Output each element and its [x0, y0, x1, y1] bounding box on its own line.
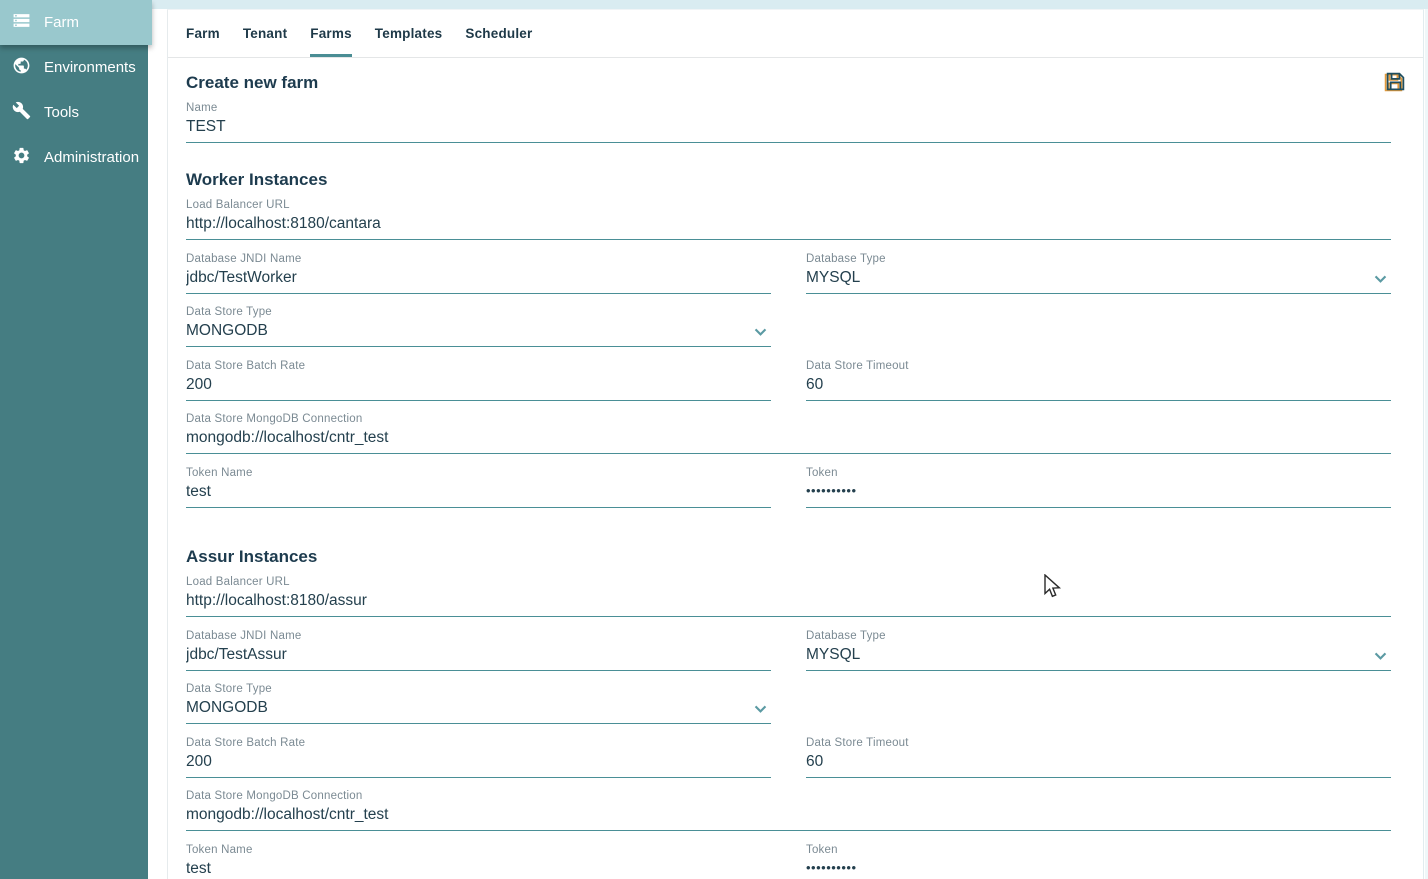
- globe-icon: [12, 56, 31, 79]
- sidebar-item-farm[interactable]: Farm: [0, 0, 152, 45]
- create-farm-form: Create new farm Name Worker Instances Lo…: [168, 73, 1423, 879]
- selected-value: MYSQL: [806, 643, 1391, 670]
- tab-farms[interactable]: Farms: [310, 10, 352, 57]
- chevron-down-icon: [1372, 647, 1389, 664]
- selected-value: MONGODB: [186, 319, 771, 346]
- selected-value: MONGODB: [186, 696, 771, 723]
- assur-database-jndi-field: Database JNDI Name: [186, 630, 771, 671]
- app-window: Farm Environments Tools Administration F…: [0, 0, 1428, 879]
- name-field: Name: [186, 102, 1391, 143]
- assur-database-type-select[interactable]: Database Type MYSQL: [806, 630, 1391, 671]
- assur-database-jndi-input[interactable]: [186, 643, 771, 670]
- worker-token-input[interactable]: [806, 480, 1391, 504]
- field-label: Data Store MongoDB Connection: [186, 413, 1391, 426]
- assur-token-input[interactable]: [806, 857, 1391, 879]
- assur-load-balancer-url-input[interactable]: [186, 589, 1391, 616]
- field-label: Token: [806, 467, 1391, 480]
- field-label: Data Store Batch Rate: [186, 360, 771, 373]
- gear-icon: [12, 146, 31, 169]
- sidebar-item-label: Tools: [44, 104, 79, 121]
- assur-timeout-field: Data Store Timeout: [806, 737, 1391, 778]
- field-label: Data Store Timeout: [806, 737, 1391, 750]
- worker-timeout-field: Data Store Timeout: [806, 360, 1391, 401]
- sidebar-item-tools[interactable]: Tools: [0, 90, 148, 135]
- tab-tenant[interactable]: Tenant: [243, 10, 287, 57]
- assur-load-balancer-url-field: Load Balancer URL: [186, 576, 1391, 617]
- worker-batch-rate-field: Data Store Batch Rate: [186, 360, 771, 401]
- field-label: Token: [806, 844, 1391, 857]
- field-label: Name: [186, 102, 1391, 115]
- sidebar-item-label: Administration: [44, 149, 139, 166]
- worker-timeout-input[interactable]: [806, 373, 1391, 400]
- assur-mongodb-connection-field: Data Store MongoDB Connection: [186, 790, 1391, 831]
- tab-bar: Farm Tenant Farms Templates Scheduler: [168, 10, 1423, 58]
- section-title-worker: Worker Instances: [186, 170, 1391, 190]
- assur-mongodb-connection-input[interactable]: [186, 803, 1391, 830]
- sidebar-item-label: Farm: [44, 14, 79, 31]
- tab-scheduler[interactable]: Scheduler: [465, 10, 532, 57]
- assur-timeout-input[interactable]: [806, 750, 1391, 777]
- field-label: Database Type: [806, 253, 1391, 266]
- worker-token-field: Token: [806, 467, 1391, 508]
- worker-mongodb-connection-input[interactable]: [186, 426, 1391, 453]
- assur-token-name-field: Token Name: [186, 844, 771, 879]
- empty-cell: [806, 683, 1391, 737]
- worker-token-name-input[interactable]: [186, 480, 771, 507]
- selected-value: MYSQL: [806, 266, 1391, 293]
- assur-batch-rate-field: Data Store Batch Rate: [186, 737, 771, 778]
- worker-token-name-field: Token Name: [186, 467, 771, 508]
- sidebar-item-administration[interactable]: Administration: [0, 135, 148, 180]
- field-label: Token Name: [186, 467, 771, 480]
- field-label: Data Store Type: [186, 306, 771, 319]
- worker-mongodb-connection-field: Data Store MongoDB Connection: [186, 413, 1391, 454]
- chevron-down-icon: [752, 700, 769, 717]
- chevron-down-icon: [1372, 270, 1389, 287]
- empty-cell: [806, 306, 1391, 360]
- sidebar-item-environments[interactable]: Environments: [0, 45, 148, 90]
- chevron-down-icon: [752, 323, 769, 340]
- assur-batch-rate-input[interactable]: [186, 750, 771, 777]
- field-label: Load Balancer URL: [186, 576, 1391, 589]
- worker-batch-rate-input[interactable]: [186, 373, 771, 400]
- page-title: Create new farm: [186, 73, 1391, 93]
- worker-data-store-type-select[interactable]: Data Store Type MONGODB: [186, 306, 771, 347]
- sidebar-item-label: Environments: [44, 59, 136, 76]
- assur-token-name-input[interactable]: [186, 857, 771, 879]
- worker-database-jndi-input[interactable]: [186, 266, 771, 293]
- field-label: Data Store Batch Rate: [186, 737, 771, 750]
- sidebar: Farm Environments Tools Administration: [0, 0, 148, 879]
- storage-icon: [12, 11, 31, 34]
- main-card: Farm Tenant Farms Templates Scheduler Cr…: [167, 9, 1424, 879]
- background-top-band: [152, 0, 1428, 9]
- worker-load-balancer-url-field: Load Balancer URL: [186, 199, 1391, 240]
- wrench-icon: [12, 101, 31, 124]
- field-label: Data Store Type: [186, 683, 771, 696]
- field-label: Database JNDI Name: [186, 253, 771, 266]
- field-label: Load Balancer URL: [186, 199, 1391, 212]
- worker-database-type-select[interactable]: Database Type MYSQL: [806, 253, 1391, 294]
- worker-database-jndi-field: Database JNDI Name: [186, 253, 771, 294]
- field-label: Database JNDI Name: [186, 630, 771, 643]
- field-label: Data Store Timeout: [806, 360, 1391, 373]
- worker-load-balancer-url-input[interactable]: [186, 212, 1391, 239]
- section-title-assur: Assur Instances: [186, 547, 1391, 567]
- field-label: Database Type: [806, 630, 1391, 643]
- assur-token-field: Token: [806, 844, 1391, 879]
- assur-data-store-type-select[interactable]: Data Store Type MONGODB: [186, 683, 771, 724]
- tab-farm[interactable]: Farm: [186, 10, 220, 57]
- field-label: Token Name: [186, 844, 771, 857]
- field-label: Data Store MongoDB Connection: [186, 790, 1391, 803]
- tab-templates[interactable]: Templates: [375, 10, 443, 57]
- name-input[interactable]: [186, 115, 1391, 142]
